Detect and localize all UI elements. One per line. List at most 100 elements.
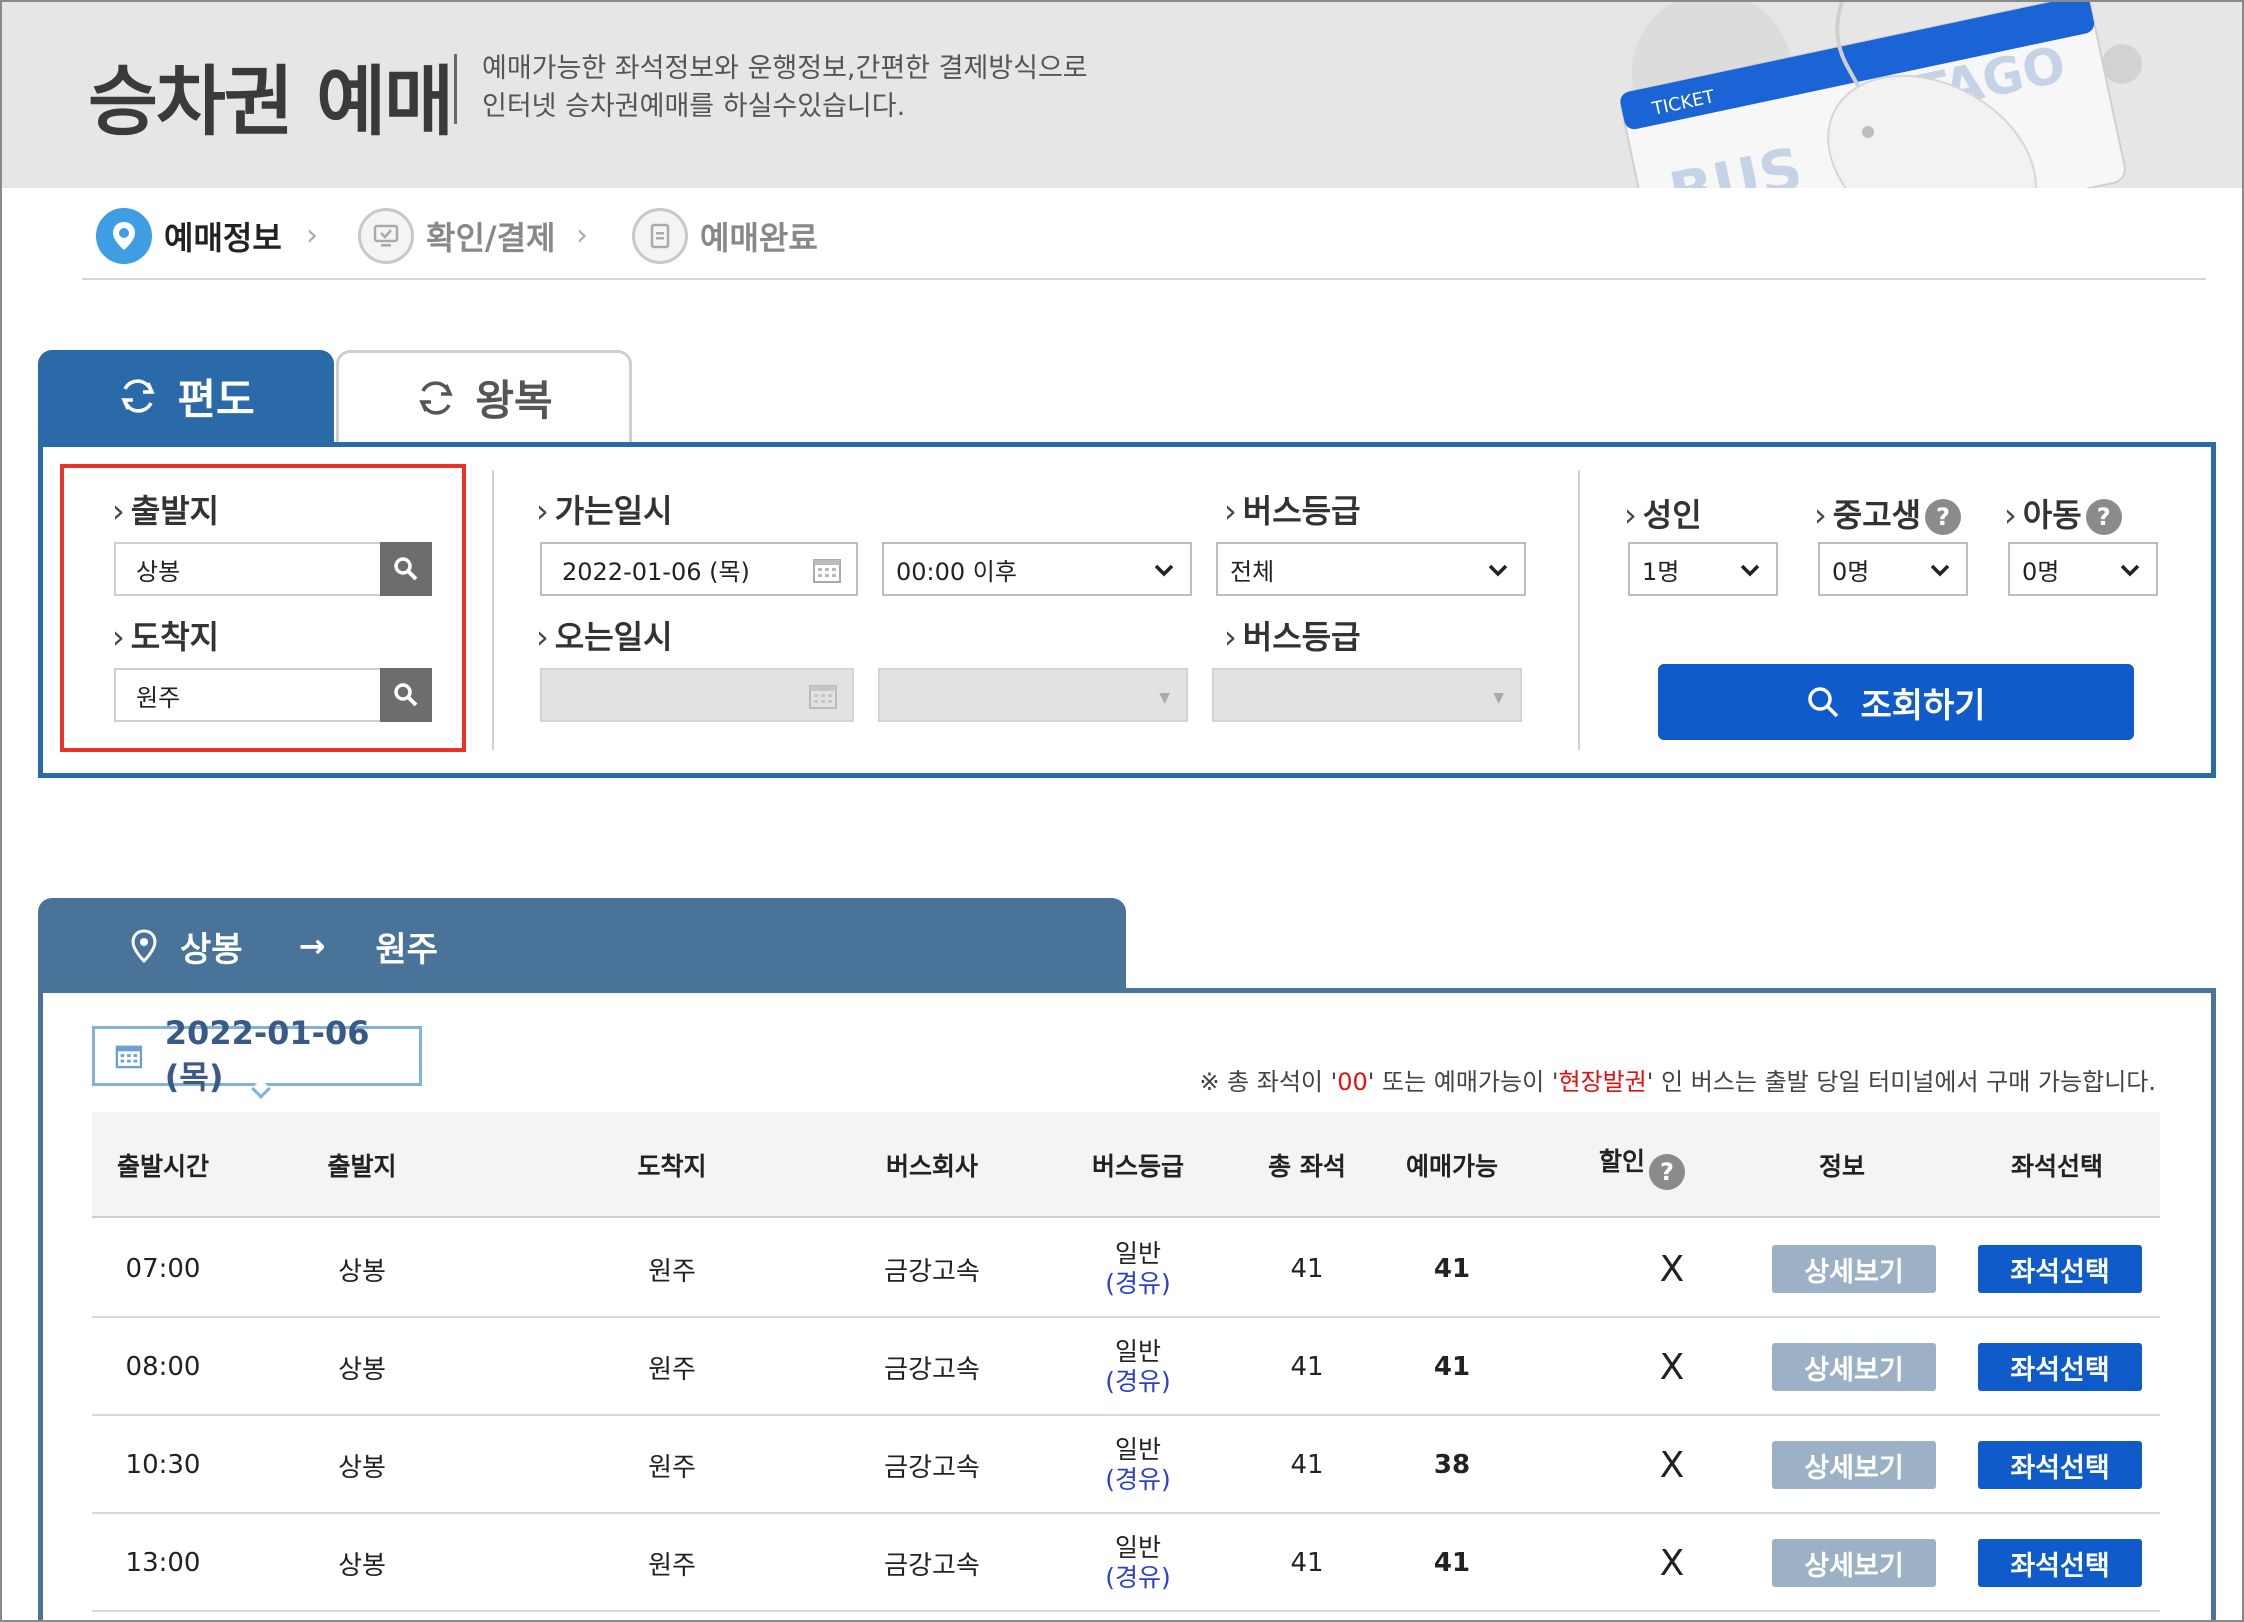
result-date: 2022-01-06 (목) xyxy=(164,1014,370,1096)
student-label: › 중고생? xyxy=(1814,490,1962,536)
go-date-label: › 가는일시 xyxy=(536,492,673,530)
location-pin-icon xyxy=(131,929,157,964)
detail-button[interactable]: 상세보기 xyxy=(1772,1343,1936,1391)
seat-select-button[interactable]: 좌석선택 xyxy=(1978,1539,2142,1587)
location-pin-icon xyxy=(96,208,152,264)
cell-departure-time: 08:00 xyxy=(125,1352,201,1382)
detail-button[interactable]: 상세보기 xyxy=(1772,1245,1936,1293)
cell-origin: 상봉 xyxy=(338,1354,386,1385)
seat-select-button[interactable]: 좌석선택 xyxy=(1978,1441,2142,1489)
chevron-down-icon xyxy=(2120,564,2140,577)
step-booking-info: 예매정보 xyxy=(96,208,282,264)
cell-bus-grade: 일반 (경유) xyxy=(1058,1514,1218,1612)
chevron-down-icon xyxy=(1154,564,1174,577)
col-destination: 도착지 xyxy=(637,1152,707,1181)
step-label: 예매완료 xyxy=(700,219,818,257)
table-row: 08:00 상봉 원주 금강고속 일반 (경유) 41 41 X 상세보기 좌석선택 xyxy=(92,1318,2160,1416)
go-date-input[interactable]: 2022-01-06 (목) xyxy=(540,542,858,596)
cell-bus-grade: 일반 (경유) xyxy=(1058,1220,1218,1318)
header-divider xyxy=(454,54,457,124)
cell-departure-time: 10:30 xyxy=(125,1450,201,1480)
step-label: 예매정보 xyxy=(164,219,282,257)
col-bus-company: 버스회사 xyxy=(885,1152,978,1181)
student-count-value: 0명 xyxy=(1832,557,1870,586)
go-time-select[interactable]: 00:00 이후 xyxy=(882,542,1192,596)
child-count-value: 0명 xyxy=(2022,557,2060,586)
cell-info: 상세보기 xyxy=(1772,1220,1936,1318)
col-origin: 출발지 xyxy=(327,1152,397,1181)
bus-grade-value: 전체 xyxy=(1230,557,1275,586)
route-header: 상봉 → 원주 xyxy=(38,898,1126,994)
adult-count-select[interactable]: 1명 xyxy=(1628,542,1778,596)
tab-oneway[interactable]: 편도 xyxy=(38,350,334,442)
calendar-icon[interactable] xyxy=(812,556,842,584)
tab-roundtrip[interactable]: 왕복 xyxy=(336,350,632,442)
grade-name: 일반 xyxy=(1114,1337,1161,1366)
cell-seat-select: 좌석선택 xyxy=(1978,1220,2142,1318)
cell-destination: 원주 xyxy=(648,1550,696,1581)
results-table-header: 출발시간 출발지 도착지 버스회사 버스등급 총 좌석 예매가능 할인? 정보 … xyxy=(92,1112,2160,1218)
cell-available: 41 xyxy=(1433,1352,1471,1382)
section-divider xyxy=(1578,470,1580,750)
header-desc-line2: 인터넷 승차권예매를 하실수있습니다. xyxy=(482,91,906,122)
grade-name: 일반 xyxy=(1114,1239,1161,1268)
student-count-select[interactable]: 0명 xyxy=(1818,542,1968,596)
child-count-select[interactable]: 0명 xyxy=(2008,542,2158,596)
seat-select-button[interactable]: 좌석선택 xyxy=(1978,1245,2142,1293)
page-header: 승차권 예매 예매가능한 좌석정보와 운행정보,간편한 결제방식으로 인터넷 승… xyxy=(2,2,2242,272)
cell-info: 상세보기 xyxy=(1772,1318,1936,1416)
grade-via: (경유) xyxy=(1105,1367,1171,1396)
chevron-down-icon xyxy=(1930,564,1950,577)
cell-seat-select: 좌석선택 xyxy=(1978,1416,2142,1514)
chevron-down-icon: ▼ xyxy=(1493,690,1504,706)
cell-seat-select: 좌석선택 xyxy=(1978,1514,2142,1612)
cell-available: 41 xyxy=(1433,1254,1471,1284)
return-date-label: › 오는일시 xyxy=(536,618,673,656)
cell-total-seats: 41 xyxy=(1290,1254,1324,1284)
grade-via: (경유) xyxy=(1105,1269,1171,1298)
cell-total-seats: 41 xyxy=(1290,1450,1324,1480)
detail-button[interactable]: 상세보기 xyxy=(1772,1539,1936,1587)
cell-bus-company: 금강고속 xyxy=(884,1256,980,1287)
cell-departure-time: 13:00 xyxy=(125,1548,201,1578)
query-button[interactable]: 조회하기 xyxy=(1658,664,2134,740)
col-seat-select: 좌석선택 xyxy=(2010,1152,2103,1181)
bus-grade-label: › 버스등급 xyxy=(1224,492,1361,530)
table-row: 10:30 상봉 원주 금강고속 일반 (경유) 41 38 X 상세보기 좌석선택 xyxy=(92,1416,2160,1514)
col-departure-time: 출발시간 xyxy=(116,1152,209,1181)
tab-oneway-label: 편도 xyxy=(177,374,255,424)
route-arrow-icon: → xyxy=(298,927,326,965)
seat-select-button[interactable]: 좌석선택 xyxy=(1978,1343,2142,1391)
route-destination: 원주 xyxy=(375,929,438,970)
cell-destination: 원주 xyxy=(648,1354,696,1385)
table-row: 07:00 상봉 원주 금강고속 일반 (경유) 41 41 X 상세보기 좌석선택 xyxy=(92,1220,2160,1318)
monitor-icon xyxy=(358,208,414,264)
bus-grade-select[interactable]: 전체 xyxy=(1216,542,1526,596)
page-title: 승차권 예매 xyxy=(88,57,454,146)
question-icon[interactable]: ? xyxy=(1649,1154,1685,1190)
adult-count-value: 1명 xyxy=(1642,557,1680,586)
return-time-select[interactable]: ▼ xyxy=(878,668,1188,722)
cell-info: 상세보기 xyxy=(1772,1416,1936,1514)
cell-info: 상세보기 xyxy=(1772,1514,1936,1612)
chevron-down-icon: ▼ xyxy=(1159,690,1170,706)
return-date-input[interactable] xyxy=(540,668,854,722)
refresh-icon xyxy=(121,379,156,413)
cell-total-seats: 41 xyxy=(1290,1352,1324,1382)
cell-available: 41 xyxy=(1433,1548,1471,1578)
step-booking-complete: 예매완료 xyxy=(632,208,818,264)
cell-departure-time: 07:00 xyxy=(125,1254,201,1284)
cell-bus-company: 금강고속 xyxy=(884,1550,980,1581)
section-divider xyxy=(492,470,494,750)
col-total-seats: 총 좌석 xyxy=(1268,1152,1346,1181)
query-button-label: 조회하기 xyxy=(1860,685,1986,726)
cell-seat-select: 좌석선택 xyxy=(1978,1318,2142,1416)
document-icon xyxy=(632,208,688,264)
detail-button[interactable]: 상세보기 xyxy=(1772,1441,1936,1489)
return-bus-grade-select[interactable]: ▼ xyxy=(1212,668,1522,722)
step-arrow-icon: › xyxy=(306,218,318,253)
question-icon[interactable]: ? xyxy=(1925,499,1962,535)
page-frame: 승차권 예매 예매가능한 좌석정보와 운행정보,간편한 결제방식으로 인터넷 승… xyxy=(0,0,2244,1622)
question-icon[interactable]: ? xyxy=(2085,499,2122,535)
step-label: 확인/결제 xyxy=(426,219,556,257)
